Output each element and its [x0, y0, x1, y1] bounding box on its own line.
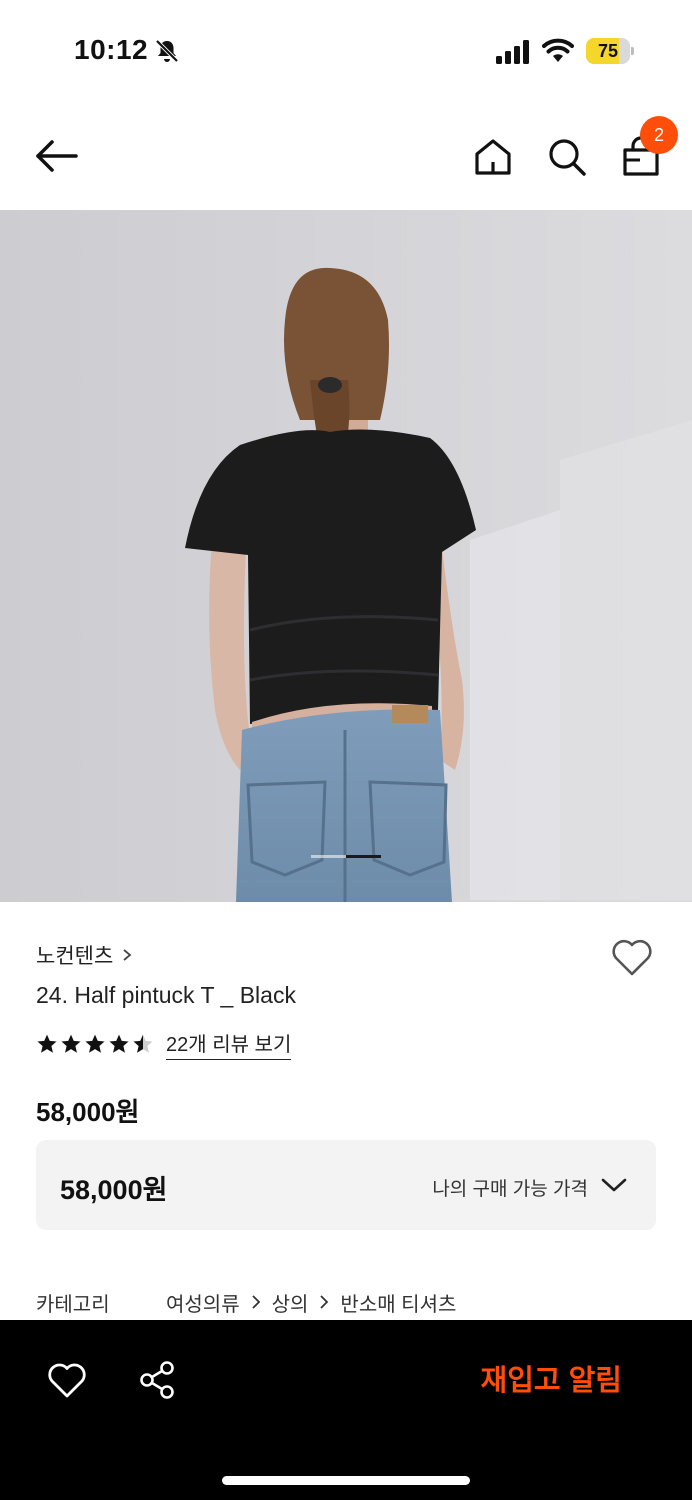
bottom-action-bar: 재입고 알림 — [0, 1320, 692, 1500]
product-price: 58,000원 — [36, 1097, 140, 1127]
my-price-value: 58,000원 — [60, 1175, 168, 1205]
chevron-right-icon — [123, 949, 132, 961]
home-icon[interactable] — [472, 136, 514, 178]
wishlist-heart-icon[interactable] — [610, 938, 654, 978]
my-price-label: 나의 구매 가능 가격 — [432, 1179, 588, 1200]
star-filled-icon — [37, 1034, 57, 1053]
search-icon[interactable] — [546, 136, 588, 178]
battery-level: 75 — [597, 41, 619, 61]
product-name: 24. Half pintuck T _ Black — [36, 982, 296, 1008]
product-image-carousel[interactable] — [0, 210, 692, 902]
wifi-icon — [542, 38, 574, 62]
category-level-3[interactable]: 반소매 티셔츠 — [340, 1288, 456, 1317]
category-breadcrumb: 여성의류 상의 반소매 티셔츠 — [166, 1288, 456, 1317]
product-photo — [0, 210, 692, 902]
cart-count-badge: 2 — [640, 116, 678, 154]
rating-stars — [36, 1033, 154, 1055]
category-row: 카테고리 여성의류 상의 반소매 티셔츠 — [36, 1288, 456, 1316]
status-time: 10:12 — [74, 34, 149, 65]
brand-link[interactable]: 노컨텐츠 — [36, 940, 133, 970]
star-filled-icon — [61, 1034, 81, 1053]
chevron-right-icon — [251, 1295, 260, 1309]
brand-name: 노컨텐츠 — [36, 945, 114, 968]
star-filled-icon — [85, 1034, 105, 1053]
heart-icon[interactable] — [46, 1362, 88, 1400]
chevron-down-icon — [601, 1178, 627, 1192]
star-filled-icon — [109, 1034, 129, 1053]
back-arrow-icon[interactable] — [30, 134, 82, 178]
top-nav-bar — [0, 104, 692, 210]
cellular-signal-icon — [496, 40, 529, 64]
review-link[interactable]: 22개 리뷰 보기 — [166, 1028, 292, 1060]
category-label: 카테고리 — [36, 1293, 110, 1316]
star-half-icon — [133, 1034, 153, 1053]
bell-muted-icon — [155, 39, 179, 63]
category-level-1[interactable]: 여성의류 — [166, 1288, 240, 1317]
chevron-right-icon — [320, 1295, 329, 1309]
category-level-2[interactable]: 상의 — [272, 1288, 309, 1317]
battery-indicator: 75 — [586, 38, 634, 64]
restock-alert-button[interactable]: 재입고 알림 — [460, 1356, 640, 1406]
home-indicator — [222, 1476, 470, 1485]
rating-row: 22개 리뷰 보기 — [36, 1028, 292, 1060]
carousel-indicator-active — [346, 855, 381, 858]
share-icon[interactable] — [138, 1360, 176, 1400]
status-bar: 10:12 75 — [0, 0, 692, 104]
my-price-dropdown[interactable]: 58,000원 나의 구매 가능 가격 — [36, 1140, 656, 1230]
